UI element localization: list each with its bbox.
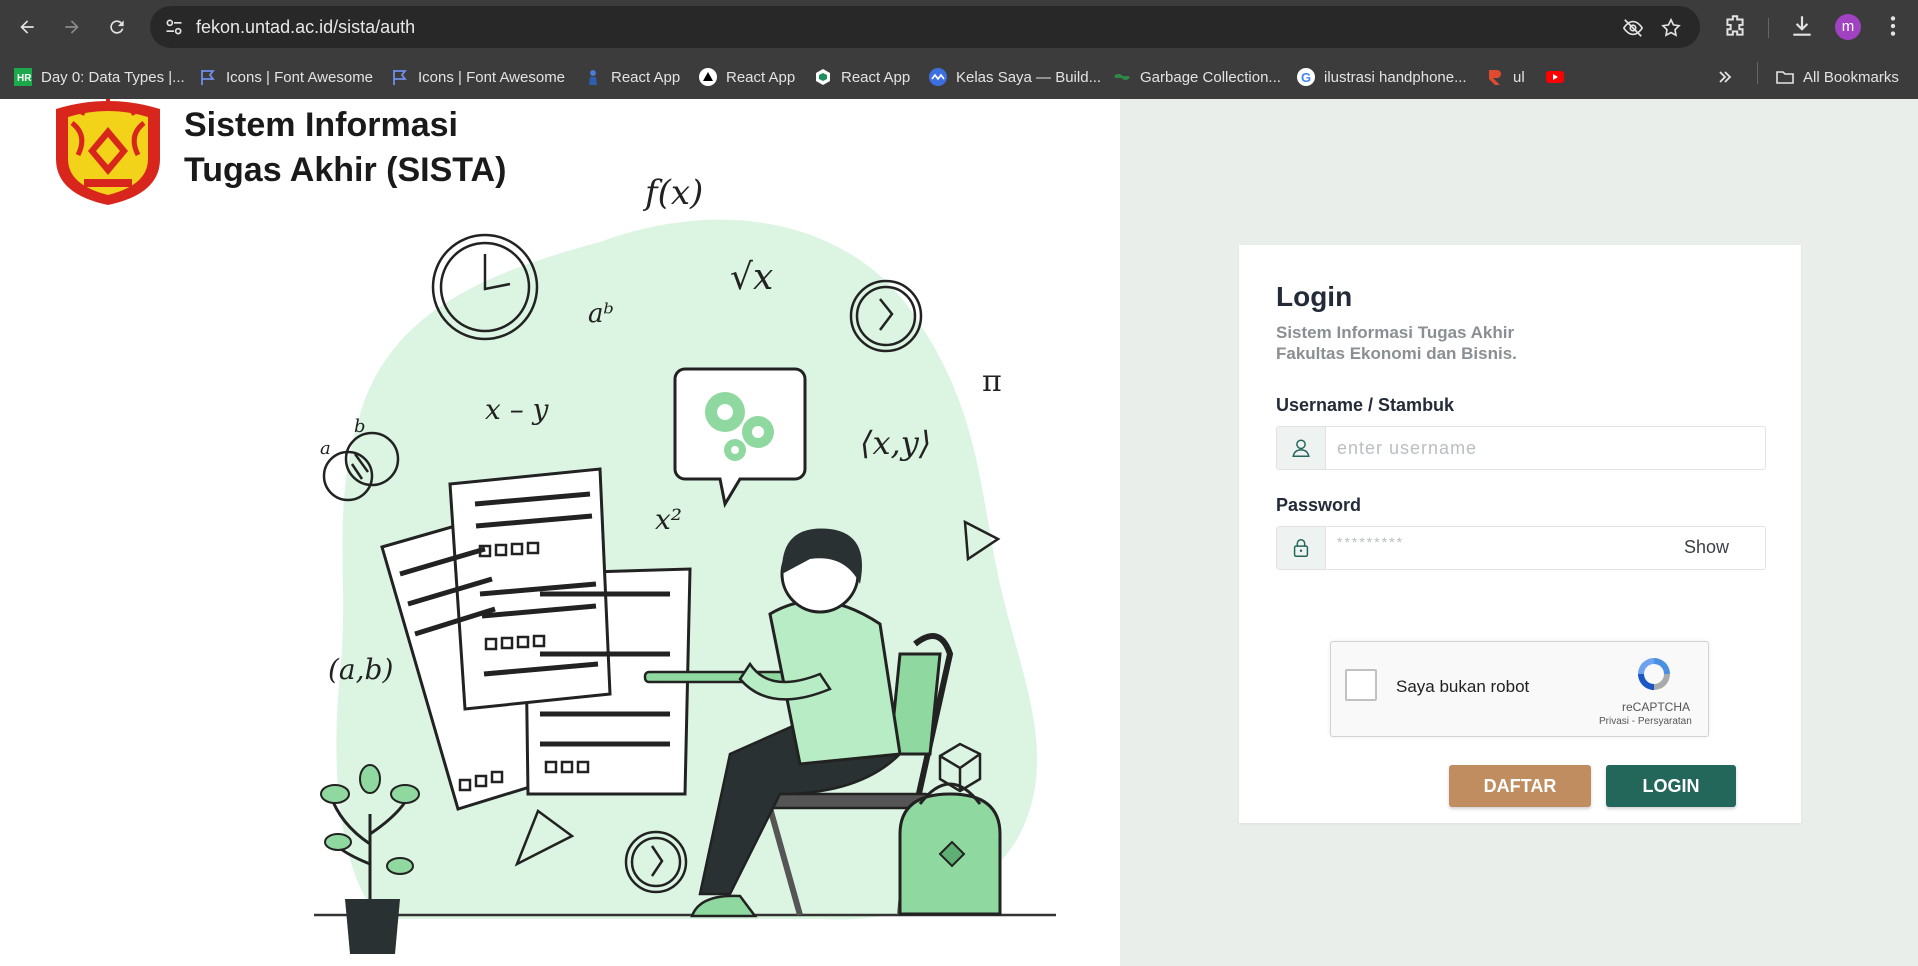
bookmark-item[interactable]: React App: [584, 65, 680, 89]
kebab-menu-icon[interactable]: [1880, 13, 1906, 39]
recaptcha-logo-icon: [1638, 658, 1670, 690]
bookmark-item[interactable]: Kelas Saya — Build...: [929, 65, 1101, 89]
all-bookmarks-button[interactable]: All Bookmarks: [1776, 65, 1899, 89]
flag-icon: [391, 68, 409, 86]
register-button[interactable]: DAFTAR: [1449, 765, 1591, 807]
username-addon: [1277, 427, 1326, 469]
triangle-icon: [699, 68, 717, 86]
login-card: Login Sistem Informasi Tugas Akhir Fakul…: [1239, 245, 1801, 823]
gfg-icon: [1113, 68, 1131, 86]
browser-chrome: fekon.untad.ac.id/sista/auth m HR Day 0:…: [0, 0, 1918, 99]
toolbar-divider: [1768, 18, 1769, 38]
back-button[interactable]: [12, 12, 42, 42]
bookmark-item[interactable]: React App: [699, 65, 795, 89]
recaptcha-links[interactable]: Privasi - Persyaratan: [1599, 716, 1692, 727]
bookmark-item[interactable]: ul: [1486, 65, 1525, 89]
double-chevron-right-icon: [1716, 68, 1734, 86]
formula: ⟨x,y⟩: [860, 424, 931, 462]
browser-toolbar: fekon.untad.ac.id/sista/auth m: [0, 0, 1918, 54]
react-figure-icon: [584, 68, 602, 86]
password-field[interactable]: ********* Show: [1276, 526, 1766, 570]
backpack: [898, 782, 1002, 916]
password-addon: [1277, 527, 1326, 569]
extensions-icon[interactable]: [1722, 13, 1748, 39]
more-bookmarks-button[interactable]: [1716, 65, 1743, 89]
formula: (a,b): [328, 653, 393, 686]
lock-icon: [1293, 539, 1309, 557]
bookmark-item[interactable]: Garbage Collection...: [1113, 65, 1281, 89]
recaptcha-widget: Saya bukan robot reCAPTCHA Privasi - Per…: [1330, 641, 1709, 737]
bookmark-item[interactable]: G ilustrasi handphone...: [1297, 65, 1467, 89]
bookmark-item[interactable]: Icons | Font Awesome: [391, 65, 565, 89]
login-subtitle-line2: Fakultas Ekonomi dan Bisnis.: [1276, 344, 1517, 363]
password-label: Password: [1276, 495, 1362, 515]
formula: π: [982, 364, 1002, 399]
wave-icon: [929, 68, 947, 86]
login-title: Login: [1276, 281, 1353, 312]
bookmark-label: Kelas Saya — Build...: [956, 68, 1102, 86]
username-label: Username / Stambuk: [1276, 395, 1455, 415]
all-bookmarks-label: All Bookmarks: [1803, 68, 1899, 86]
hex-icon: [814, 68, 832, 86]
bookmark-label: Icons | Font Awesome: [418, 68, 566, 86]
bookmark-label: ilustrasi handphone...: [1324, 68, 1467, 86]
potted-plant: [320, 764, 420, 954]
bookmark-label: Garbage Collection...: [1140, 68, 1281, 86]
profile-avatar[interactable]: m: [1835, 14, 1861, 40]
bookmark-label: React App: [726, 68, 796, 86]
university-logo: [56, 99, 160, 205]
login-button[interactable]: LOGIN: [1606, 765, 1736, 807]
bookmark-item[interactable]: React App: [814, 65, 910, 89]
url-text[interactable]: fekon.untad.ac.id/sista/auth: [196, 17, 415, 38]
login-subtitle: Sistem Informasi Tugas Akhir Fakultas Ek…: [1276, 322, 1676, 364]
show-password-toggle[interactable]: Show: [1684, 537, 1729, 558]
formula: a: [320, 438, 331, 459]
bookmark-label: React App: [611, 68, 681, 86]
student-illustration: f(x) √x aᵇ x – y ⟨x,y⟩ x² (a,b) a b π: [314, 173, 1056, 954]
hero-pane: Sistem Informasi Tugas Akhir (SISTA) f(x…: [0, 99, 1120, 966]
bookmark-label: ul: [1513, 68, 1525, 86]
login-subtitle-line1: Sistem Informasi Tugas Akhir: [1276, 323, 1515, 342]
recaptcha-label: Saya bukan robot: [1396, 677, 1530, 696]
youtube-icon: [1546, 68, 1564, 86]
bookmark-label: Day 0: Data Types |...: [41, 68, 185, 86]
r-logo-icon: [1486, 68, 1504, 86]
formula: f(x): [642, 173, 703, 213]
site-settings-icon[interactable]: [164, 17, 184, 37]
username-input[interactable]: [1337, 427, 1637, 469]
bookmark-item[interactable]: Icons | Font Awesome: [199, 65, 373, 89]
password-input[interactable]: *********: [1337, 534, 1404, 550]
user-icon: [1292, 439, 1310, 457]
formula: x – y: [485, 393, 550, 426]
download-icon[interactable]: [1789, 13, 1815, 39]
bookmark-item[interactable]: [1546, 65, 1573, 89]
flag-icon: [199, 68, 217, 86]
eye-off-icon[interactable]: [1622, 17, 1644, 39]
recaptcha-brand: reCAPTCHA: [1622, 700, 1691, 714]
username-field[interactable]: [1276, 426, 1766, 470]
arrow-left-icon: [20, 20, 34, 34]
bookmarks-bar: HR Day 0: Data Types |... Icons | Font A…: [0, 54, 1918, 99]
formula: x²: [655, 503, 682, 536]
reload-icon: [110, 20, 124, 34]
folder-icon: [1776, 68, 1794, 86]
bookmark-label: Icons | Font Awesome: [226, 68, 374, 86]
hackerrank-icon: HR: [14, 68, 32, 86]
page: Sistem Informasi Tugas Akhir (SISTA) f(x…: [0, 99, 1918, 966]
forward-button[interactable]: [57, 12, 87, 42]
address-bar[interactable]: fekon.untad.ac.id/sista/auth: [150, 6, 1700, 48]
reload-button[interactable]: [102, 12, 132, 42]
bookmark-label: React App: [841, 68, 911, 86]
star-icon[interactable]: [1660, 17, 1682, 39]
formula: aᵇ: [588, 299, 614, 329]
google-icon: G: [1297, 68, 1315, 86]
bookmark-item[interactable]: HR Day 0: Data Types |...: [14, 65, 185, 89]
recaptcha-checkbox[interactable]: [1345, 669, 1377, 701]
bookmarks-divider: [1757, 62, 1758, 84]
formula: √x: [730, 257, 773, 298]
app-title-line1: Sistem Informasi: [184, 106, 458, 144]
svg-text:HR: HR: [17, 73, 32, 84]
arrow-right-icon: [65, 20, 79, 34]
svg-text:G: G: [1301, 70, 1311, 85]
